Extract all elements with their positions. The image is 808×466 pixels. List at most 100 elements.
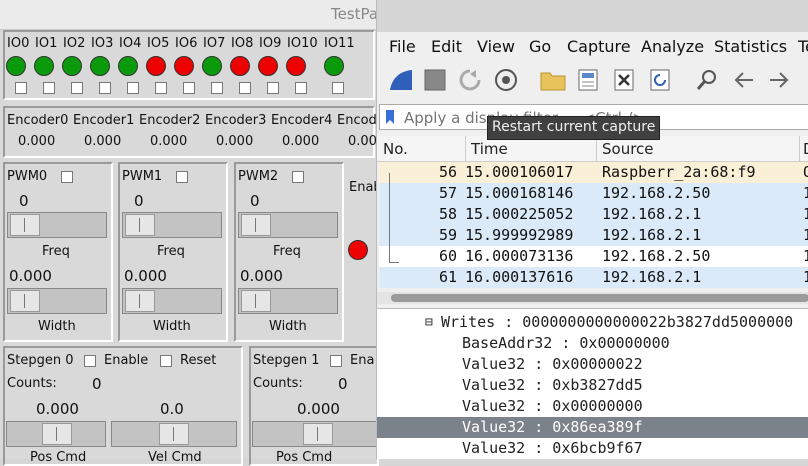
- capture-options-icon[interactable]: [492, 66, 520, 94]
- io-led: [258, 56, 278, 76]
- packet-row[interactable]: 57 15.000168146 192.168.2.50 1: [379, 183, 808, 204]
- bookmark-icon[interactable]: [385, 109, 395, 125]
- packet-row[interactable]: 59 15.999992989 192.168.2.1 1: [379, 225, 808, 246]
- detail-line[interactable]: ⊟ Writes : 0000000000000022b3827dd5000000: [377, 312, 808, 333]
- detail-line[interactable]: BaseAddr32 : 0x00000000: [377, 333, 808, 354]
- slider-thumb[interactable]: [125, 214, 155, 236]
- stepgen0-vel-slider[interactable]: [111, 421, 237, 447]
- slider-thumb[interactable]: [125, 290, 155, 312]
- column-header-source[interactable]: Source: [602, 140, 654, 158]
- slider-thumb[interactable]: [303, 423, 333, 445]
- packet-no: 56: [439, 163, 458, 181]
- close-file-icon[interactable]: [610, 66, 638, 94]
- packet-row[interactable]: 61 16.000137616 192.168.2.1 1: [379, 267, 808, 288]
- packet-row[interactable]: 60 16.000073136 192.168.2.50 1: [379, 246, 808, 267]
- slider-thumb[interactable]: [241, 290, 271, 312]
- pwm0-title: PWM0: [7, 169, 48, 184]
- go-forward-icon[interactable]: [765, 66, 793, 94]
- open-file-icon[interactable]: [539, 66, 567, 94]
- tk-titlebar[interactable]: TestPa: [0, 0, 380, 30]
- stepgen0-enable-label: Enable: [104, 353, 149, 368]
- packet-destination: 1: [803, 268, 808, 286]
- stepgen1-pos-slider[interactable]: [252, 421, 378, 447]
- detail-line[interactable]: Value32 : 0xb3827dd5: [377, 375, 808, 396]
- packet-row[interactable]: 56 15.000106017 Raspberr_2a:68:f9 Q: [379, 162, 808, 183]
- stepgen0-enable-checkbox[interactable]: [84, 355, 96, 367]
- column-header-no[interactable]: No.: [383, 140, 408, 158]
- stepgen0-counts-label: Counts:: [7, 376, 57, 391]
- io-led: [202, 56, 222, 76]
- packet-row[interactable]: 58 15.000225052 192.168.2.1 1: [379, 204, 808, 225]
- detail-line[interactable]: Value32 : 0x86ea389f: [377, 417, 808, 438]
- column-header-time[interactable]: Time: [471, 140, 508, 158]
- go-back-icon[interactable]: [730, 66, 758, 94]
- packet-source: 192.168.2.50: [602, 184, 711, 202]
- slider-thumb[interactable]: [10, 290, 40, 312]
- stepgen1-enable-checkbox[interactable]: [330, 355, 342, 367]
- io-led: [146, 56, 166, 76]
- detail-line[interactable]: Value32 : 0x6bcb9f67: [377, 438, 808, 459]
- pwm1-width-label: Width: [153, 319, 191, 334]
- stepgen0-pos-slider[interactable]: [6, 421, 106, 447]
- reload-file-icon[interactable]: [646, 66, 674, 94]
- slider-thumb[interactable]: [159, 423, 189, 445]
- packet-time: 15.000106017: [465, 163, 574, 181]
- io-checkbox[interactable]: [183, 82, 195, 94]
- io-checkbox[interactable]: [295, 82, 307, 94]
- pwm1-freq-slider[interactable]: [122, 212, 222, 238]
- menu-go[interactable]: Go: [529, 37, 551, 56]
- io-checkbox[interactable]: [267, 82, 279, 94]
- pwm2-freq-slider[interactable]: [238, 212, 338, 238]
- io-checkbox[interactable]: [99, 82, 111, 94]
- menu-view[interactable]: View: [477, 37, 515, 56]
- io-checkbox[interactable]: [239, 82, 251, 94]
- io-checkbox[interactable]: [155, 82, 167, 94]
- detail-line[interactable]: Value32 : 0x00000022: [377, 354, 808, 375]
- io-label: IO0: [7, 36, 30, 51]
- stepgen0-reset-label: Reset: [180, 353, 217, 368]
- pwm2-width-slider[interactable]: [238, 288, 338, 314]
- packet-destination: 1: [803, 205, 808, 223]
- packet-list-hscrollbar[interactable]: [377, 292, 808, 304]
- menu-analyze[interactable]: Analyze: [641, 37, 704, 56]
- io-label: IO8: [231, 36, 254, 51]
- collapse-icon[interactable]: ⊟: [425, 315, 433, 330]
- io-checkbox[interactable]: [127, 82, 139, 94]
- start-capture-icon[interactable]: [387, 66, 415, 94]
- stop-capture-icon[interactable]: [421, 66, 449, 94]
- pwm1-width-slider[interactable]: [122, 288, 222, 314]
- tk-test-panel: TestPa IO0 IO1 IO2 IO3 IO4 IO5 IO6 IO7 IO8 IO9 IO1…: [0, 0, 385, 466]
- pwm1-enable-checkbox[interactable]: [176, 171, 188, 183]
- related-packet-indicator: [389, 173, 399, 263]
- detail-line[interactable]: Value32 : 0x00000000: [377, 396, 808, 417]
- io-label: IO11: [324, 36, 355, 51]
- scrollbar-thumb[interactable]: [391, 294, 808, 302]
- wireshark-titlebar[interactable]: [377, 0, 808, 32]
- io-checkbox[interactable]: [211, 82, 223, 94]
- detail-text: Value32 : 0x00000022: [462, 355, 643, 373]
- stepgen0-reset-checkbox[interactable]: [160, 355, 172, 367]
- detail-text: BaseAddr32 : 0x00000000: [462, 334, 670, 352]
- restart-capture-icon[interactable]: [456, 66, 484, 94]
- menu-capture[interactable]: Capture: [567, 37, 631, 56]
- io-checkbox[interactable]: [43, 82, 55, 94]
- menu-file[interactable]: File: [389, 37, 416, 56]
- slider-thumb[interactable]: [241, 214, 271, 236]
- column-header-destination[interactable]: D: [803, 140, 808, 158]
- menu-edit[interactable]: Edit: [431, 37, 462, 56]
- pwm0-enable-checkbox[interactable]: [61, 171, 73, 183]
- save-file-icon[interactable]: [574, 66, 602, 94]
- menu-statistics[interactable]: Statistics: [714, 37, 787, 56]
- packet-no: 59: [439, 226, 458, 244]
- pwm0-freq-slider[interactable]: [7, 212, 107, 238]
- io-checkbox[interactable]: [332, 82, 344, 94]
- pwm2-enable-checkbox[interactable]: [292, 171, 304, 183]
- pwm0-width-slider[interactable]: [7, 288, 107, 314]
- stepgen0-title: Stepgen 0: [7, 353, 74, 368]
- io-checkbox[interactable]: [15, 82, 27, 94]
- slider-thumb[interactable]: [42, 423, 72, 445]
- find-packet-icon[interactable]: [693, 66, 721, 94]
- io-checkbox[interactable]: [71, 82, 83, 94]
- slider-thumb[interactable]: [10, 214, 40, 236]
- menu-te[interactable]: Te: [798, 37, 808, 56]
